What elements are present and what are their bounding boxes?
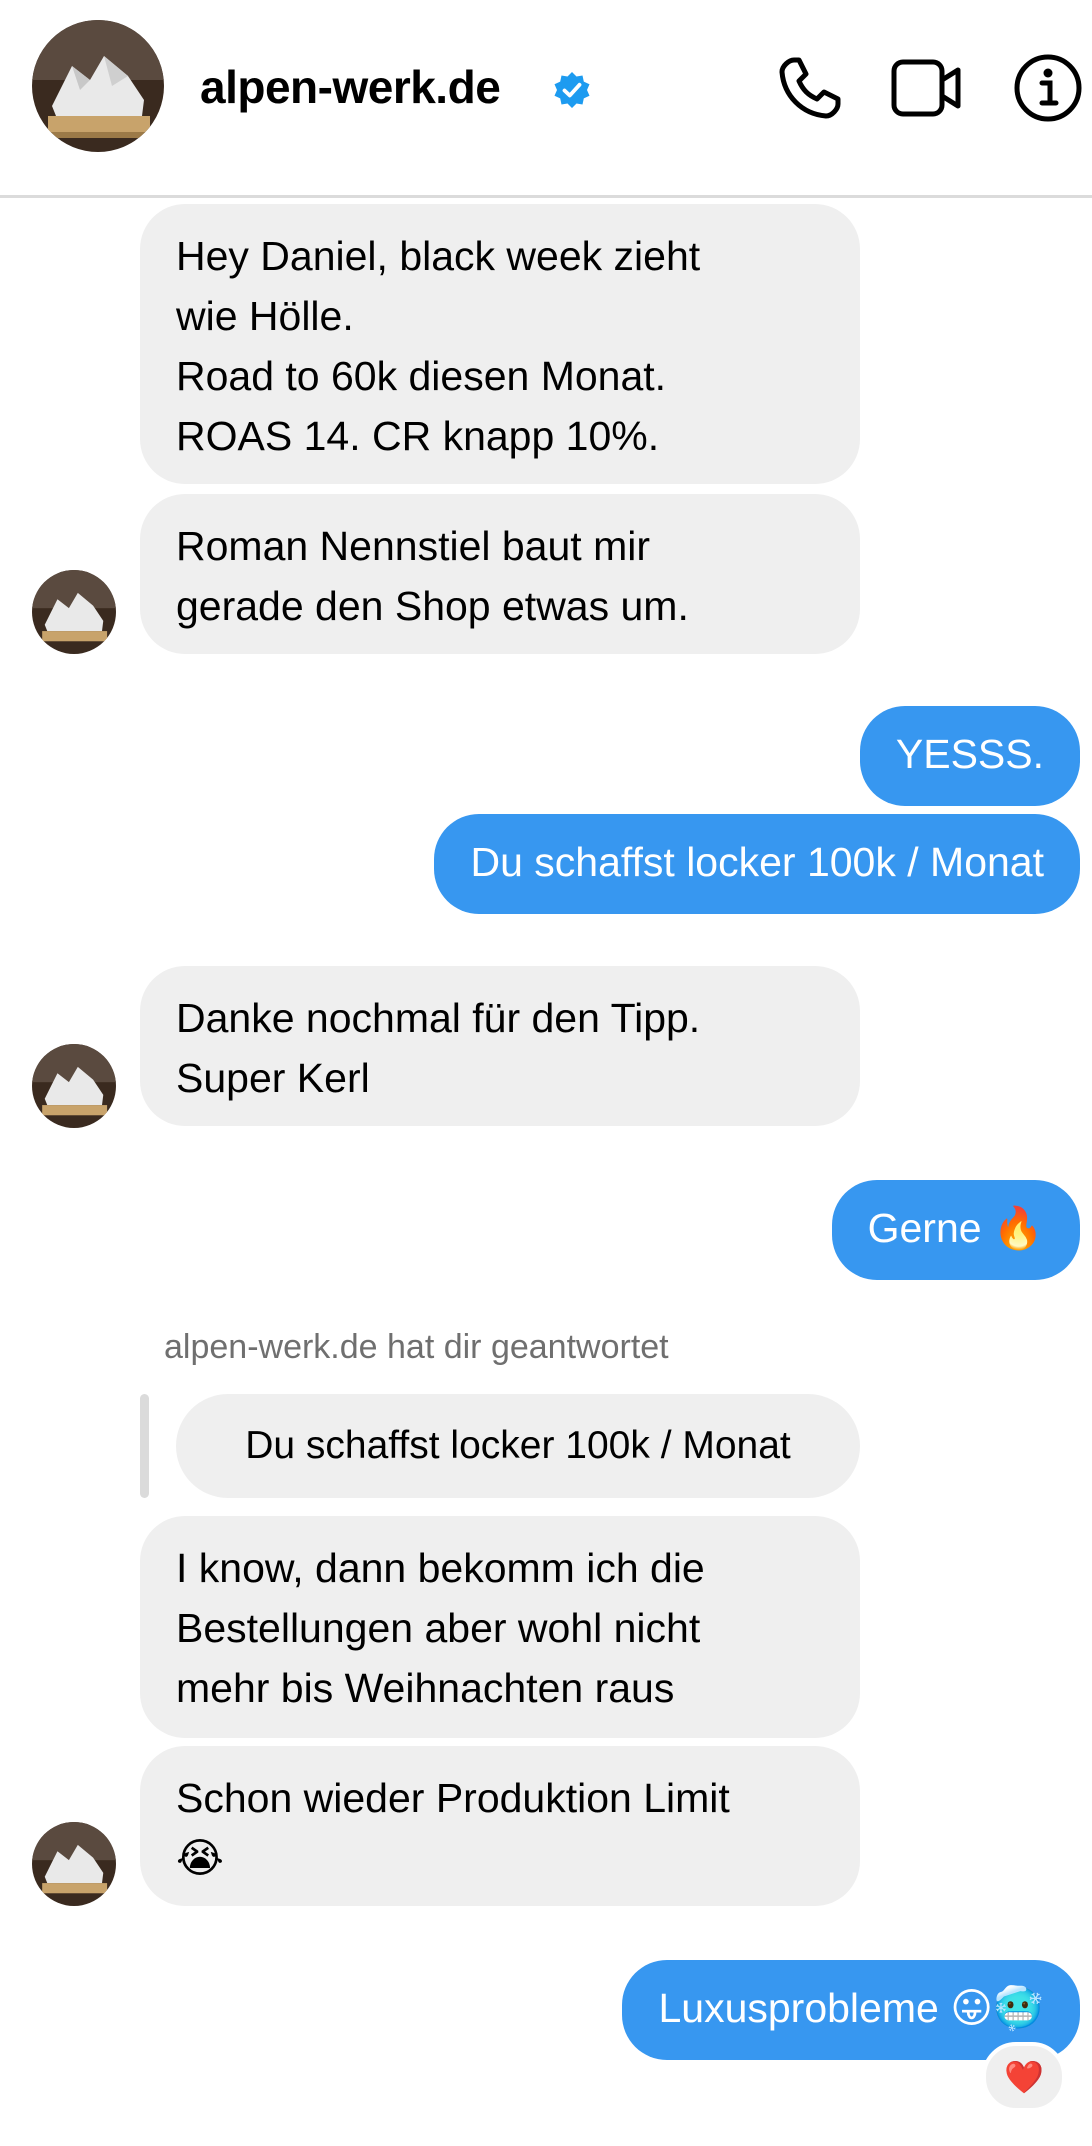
incoming-message: Schon wieder Produktion Limit 😭 [140,1746,860,1906]
sender-avatar[interactable] [32,570,116,654]
phone-icon[interactable] [774,52,846,124]
chat-title[interactable]: alpen-werk.de [200,60,501,114]
incoming-message: Hey Daniel, black week zieht wie Hölle. … [140,204,860,484]
sender-avatar[interactable] [32,1822,116,1906]
video-camera-icon[interactable] [890,52,962,124]
profile-avatar[interactable] [32,20,164,152]
quoted-message[interactable]: Du schaffst locker 100k / Monat [176,1394,860,1498]
reply-context-label: alpen-werk.de hat dir geantwortet [164,1328,669,1366]
incoming-message: Danke nochmal für den Tipp. Super Kerl [140,966,860,1126]
chat-header: alpen-werk.de [0,0,1092,198]
outgoing-message: YESSS. [859,706,1080,806]
outgoing-message: Du schaffst locker 100k / Monat [434,814,1080,914]
heart-reaction[interactable]: ❤️ [982,2042,1066,2112]
incoming-message: I know, dann bekomm ich die Bestellungen… [140,1516,860,1738]
reply-indicator-bar [140,1394,149,1498]
sender-avatar[interactable] [32,1044,116,1128]
verified-badge-icon [554,72,590,108]
outgoing-message: Gerne 🔥 [831,1180,1080,1280]
incoming-message: Roman Nennstiel baut mir gerade den Shop… [140,494,860,654]
info-icon[interactable] [1012,52,1084,124]
